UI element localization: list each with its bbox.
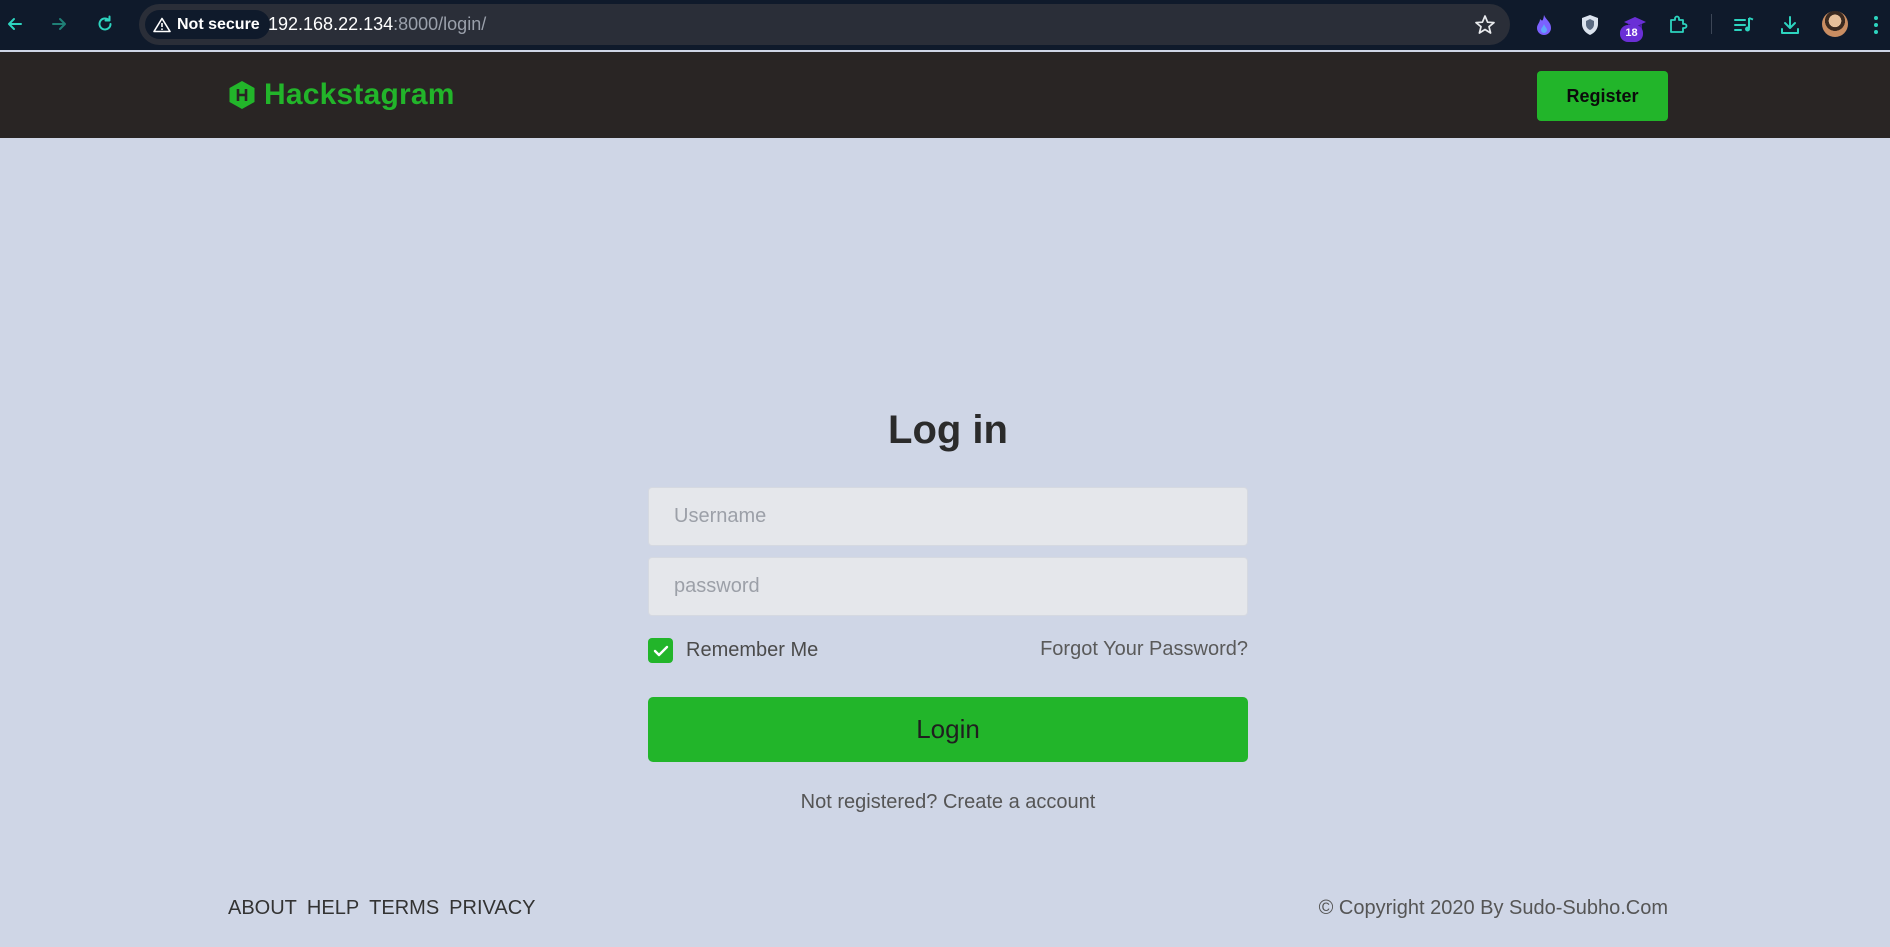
extensions-button[interactable]	[1664, 11, 1692, 39]
media-button[interactable]	[1730, 11, 1758, 39]
reload-button[interactable]	[90, 9, 120, 39]
star-icon	[1475, 15, 1495, 34]
downloads-button[interactable]	[1776, 11, 1804, 39]
brand-name: Hackstagram	[264, 78, 455, 111]
url-text[interactable]: 192.168.22.134:8000/login/	[268, 4, 486, 45]
footer-link-about[interactable]: ABOUT	[228, 897, 297, 920]
address-bar[interactable]: Not secure 192.168.22.134:8000/login/	[139, 4, 1510, 45]
flame-icon	[1537, 15, 1551, 35]
warning-icon	[153, 17, 171, 32]
remember-me-toggle[interactable]: Remember Me	[648, 638, 818, 663]
footer-link-terms[interactable]: TERMS	[369, 897, 439, 920]
remember-me-checkbox[interactable]	[648, 638, 673, 663]
toolbar-separator	[1711, 14, 1712, 34]
site-header: Hackstagram Register	[0, 52, 1890, 138]
playlist-icon	[1734, 17, 1754, 32]
not-registered-text: Not registered?	[800, 791, 938, 813]
copyright-text: © Copyright 2020 By Sudo-Subho.Com	[1318, 897, 1668, 919]
extension-badge: 18	[1620, 25, 1643, 42]
extension-shield[interactable]	[1576, 11, 1604, 39]
forgot-password-link[interactable]: Forgot Your Password?	[1040, 638, 1248, 661]
footer-links: ABOUT HELP TERMS PRIVACY	[228, 897, 535, 920]
profile-avatar[interactable]	[1822, 11, 1848, 37]
url-host: 192.168.22.134	[268, 14, 394, 34]
bookmark-star-button[interactable]	[1474, 14, 1496, 36]
footer-link-privacy[interactable]: PRIVACY	[449, 897, 535, 920]
browser-menu-button[interactable]	[1862, 11, 1890, 39]
security-label: Not secure	[177, 15, 260, 33]
password-input[interactable]	[648, 557, 1248, 616]
page-title: Log in	[888, 408, 1008, 452]
back-button[interactable]	[0, 9, 30, 39]
security-chip[interactable]: Not secure	[145, 10, 270, 39]
login-button[interactable]: Login	[648, 697, 1248, 762]
browser-toolbar: Not secure 192.168.22.134:8000/login/ 18	[0, 0, 1890, 50]
signup-prompt: Not registered? Create a account	[648, 791, 1248, 814]
create-account-link[interactable]: Create a account	[943, 791, 1095, 813]
remember-me-label: Remember Me	[686, 639, 819, 661]
download-icon	[1781, 16, 1799, 34]
puzzle-icon	[1670, 15, 1688, 33]
shield-icon	[1582, 15, 1598, 35]
hexagon-logo-icon	[229, 81, 255, 109]
back-arrow-icon	[8, 18, 22, 30]
username-input[interactable]	[648, 487, 1248, 546]
url-path: :8000/login/	[393, 14, 487, 34]
forward-button[interactable]	[44, 9, 74, 39]
kebab-menu-icon	[1874, 16, 1878, 34]
extension-flame[interactable]	[1530, 11, 1558, 39]
register-button[interactable]: Register	[1537, 71, 1668, 121]
reload-icon	[98, 15, 112, 31]
brand-logo[interactable]: Hackstagram	[228, 78, 455, 112]
forward-arrow-icon	[52, 18, 66, 30]
footer-link-help[interactable]: HELP	[307, 897, 359, 920]
checkmark-icon	[653, 645, 668, 656]
